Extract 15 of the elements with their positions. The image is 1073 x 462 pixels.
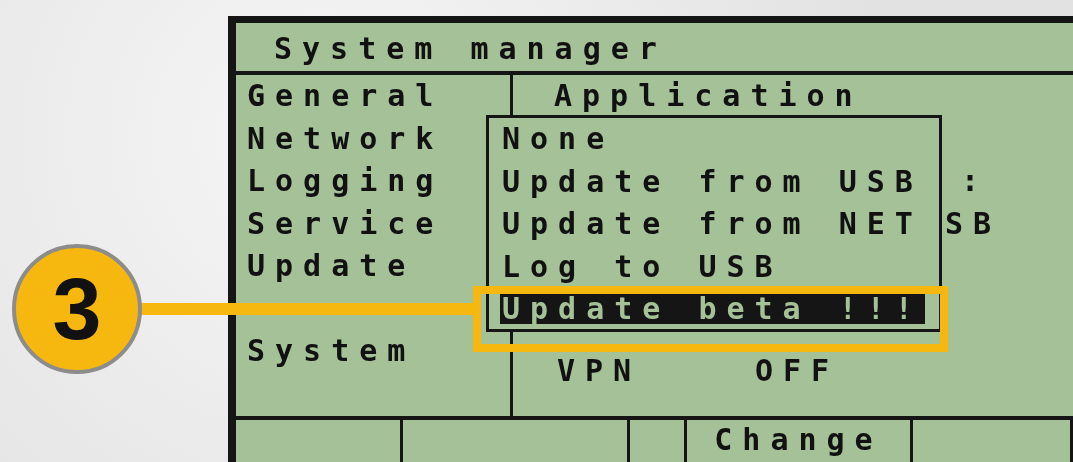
screen-title: System manager: [236, 23, 1073, 75]
panel-heading: Application: [554, 77, 864, 115]
softkey-button[interactable]: Change: [687, 420, 913, 462]
setting-value: :: [960, 162, 991, 200]
setting-label: VPN: [556, 352, 643, 390]
dropdown-option[interactable]: None: [500, 118, 617, 161]
dropdown-option[interactable]: Log to USB: [500, 245, 785, 288]
dropdown-option[interactable]: Update from USB: [500, 160, 925, 203]
menu-item[interactable]: General: [236, 75, 510, 118]
dropdown-option[interactable]: Update from NET: [500, 203, 925, 246]
setting-value: SB: [945, 204, 1003, 243]
menu-item[interactable]: System: [236, 330, 510, 373]
callout-number: 3: [12, 244, 142, 374]
dropdown-option[interactable]: Update beta !!!: [500, 294, 925, 324]
setting-value: OFF: [755, 352, 841, 390]
